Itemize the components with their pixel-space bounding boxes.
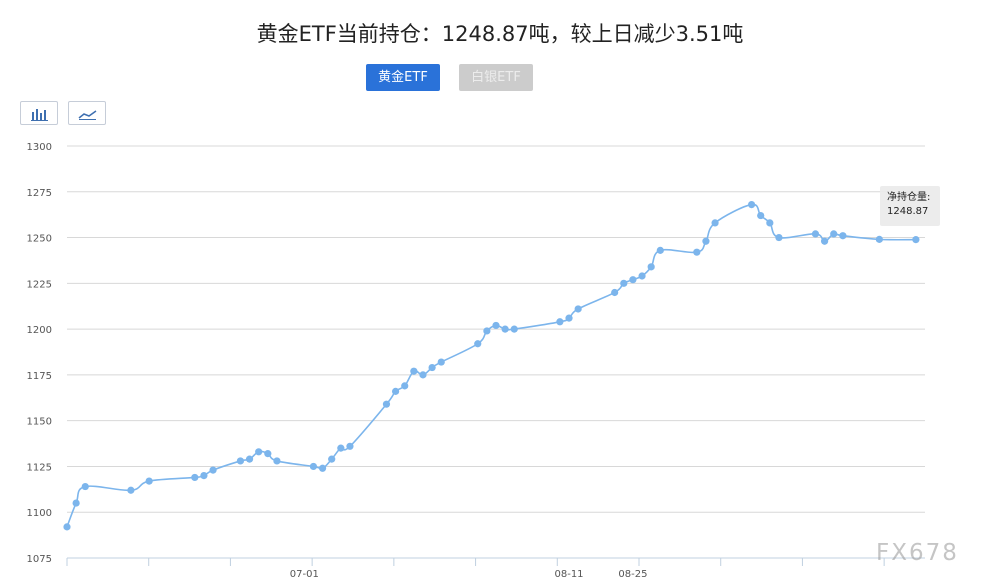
data-point [656, 246, 664, 254]
data-point [830, 230, 838, 238]
data-point [401, 382, 409, 390]
data-point [328, 455, 336, 463]
data-point [501, 325, 509, 333]
x-tick-label: 08-25 [618, 569, 647, 580]
data-point [273, 457, 281, 465]
y-tick-label: 1150 [27, 417, 52, 428]
data-point [839, 232, 847, 240]
y-tick-label: 1250 [27, 234, 52, 245]
data-point [337, 444, 345, 452]
data-point [611, 288, 619, 297]
data-point [811, 230, 820, 238]
x-tick-label: 08-11 [554, 569, 583, 580]
data-point [638, 272, 646, 280]
data-point [145, 477, 153, 485]
data-point [346, 442, 354, 450]
data-point [912, 236, 920, 244]
data-point [757, 211, 765, 220]
data-point [382, 400, 391, 408]
tab-silver-etf[interactable]: 白银ETF [459, 64, 533, 91]
data-point [474, 340, 482, 348]
data-point [81, 482, 89, 491]
data-point [428, 363, 436, 372]
data-point [574, 305, 582, 313]
data-point [620, 279, 628, 287]
data-point [236, 457, 245, 465]
x-axis: 07-01 08-11 08-25 [66, 557, 925, 580]
bar-chart-button[interactable] [20, 101, 58, 125]
data-point [63, 523, 71, 531]
data-point [200, 472, 208, 480]
data-point [255, 448, 263, 456]
data-point [127, 486, 135, 494]
y-tick-label: 1225 [27, 279, 52, 290]
data-point [245, 455, 254, 463]
data-point [510, 325, 518, 333]
data-point [410, 367, 418, 375]
data-point [391, 387, 400, 395]
tooltip-value: 1248.87 [887, 206, 929, 217]
data-point [775, 233, 783, 242]
data-point [318, 464, 327, 472]
data-point [766, 219, 774, 227]
data-point [711, 219, 719, 227]
series-points [63, 200, 920, 531]
data-point [492, 321, 500, 330]
data-point [693, 248, 701, 256]
y-tick-label: 1125 [27, 462, 52, 473]
bar-chart-icon [31, 109, 48, 121]
data-point [483, 327, 491, 335]
line-chart-icon [78, 110, 97, 120]
y-tick-label: 1300 [27, 142, 52, 153]
data-point [556, 318, 564, 326]
grid-lines [67, 145, 925, 559]
line-chart-button[interactable] [68, 101, 106, 125]
data-point [820, 237, 829, 245]
data-point [264, 450, 272, 458]
data-point [565, 314, 573, 322]
watermark-logo: FX678 [876, 540, 959, 566]
data-point [209, 466, 217, 474]
data-point [629, 276, 637, 284]
tab-gold-etf[interactable]: 黄金ETF [366, 64, 440, 91]
data-point [309, 462, 318, 471]
y-tick-label: 1175 [27, 371, 52, 382]
x-tick-label: 07-01 [290, 569, 319, 580]
y-tick-label: 1100 [27, 508, 52, 519]
tooltip-label: 净持仓量: [887, 192, 931, 203]
tooltip: 净持仓量: 1248.87 [880, 186, 940, 226]
data-point [419, 371, 427, 379]
y-tick-label: 1075 [27, 554, 52, 565]
data-point [72, 499, 80, 507]
y-tick-label: 1275 [27, 188, 52, 199]
data-point [702, 237, 710, 245]
data-point [875, 235, 883, 243]
etf-holdings-chart: 1075 1100 1125 1150 1175 1200 1225 1250 1275 1300… [27, 142, 925, 580]
data-point [191, 473, 199, 482]
page-title: 黄金ETF当前持仓：1248.87吨，较上日减少3.51吨 [256, 22, 744, 46]
data-point [747, 200, 756, 209]
data-point [437, 358, 445, 366]
y-axis: 1075 1100 1125 1150 1175 1200 1225 1250 1275 1300 [27, 142, 52, 565]
y-tick-label: 1200 [27, 325, 52, 336]
data-point [647, 263, 655, 271]
